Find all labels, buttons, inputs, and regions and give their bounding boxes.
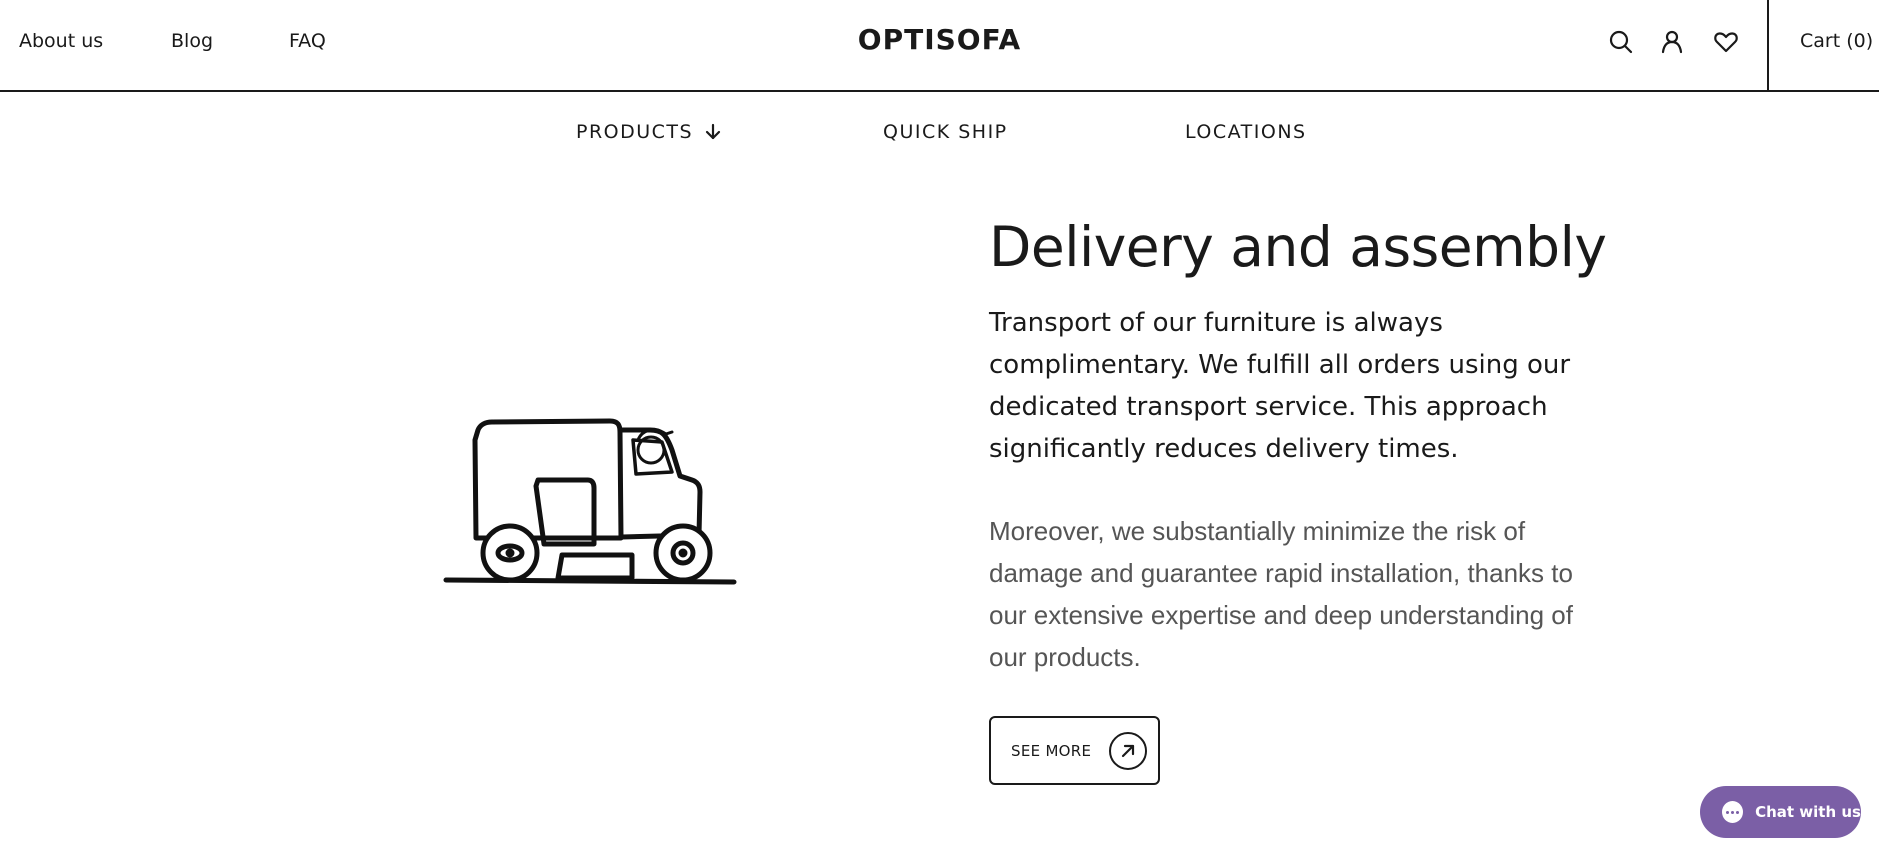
subnav-locations-label: LOCATIONS <box>1185 121 1307 143</box>
site-header: About us Blog FAQ OPTISOFA Cart (0) <box>0 0 1879 92</box>
subnav-quick-ship[interactable]: QUICK SHIP <box>883 121 1008 143</box>
nav-link-blog[interactable]: Blog <box>171 30 213 52</box>
search-icon[interactable] <box>1607 28 1635 56</box>
nav-link-about[interactable]: About us <box>19 30 103 52</box>
subnav-quick-ship-label: QUICK SHIP <box>883 121 1008 143</box>
see-more-button[interactable]: SEE MORE <box>989 716 1160 785</box>
account-icon[interactable] <box>1658 28 1686 56</box>
see-more-label: SEE MORE <box>1011 741 1092 760</box>
chat-label: Chat with us <box>1755 803 1861 821</box>
subnav-products[interactable]: PRODUCTS <box>576 121 723 143</box>
cart-divider <box>1767 0 1769 92</box>
subnav-products-label: PRODUCTS <box>576 121 694 143</box>
site-logo[interactable]: OPTISOFA <box>858 23 1021 56</box>
arrow-up-right-icon <box>1109 731 1148 770</box>
detail-paragraph: Moreover, we substantially minimize the … <box>989 516 1573 672</box>
cart-button[interactable]: Cart (0) <box>1800 30 1873 52</box>
heart-icon[interactable] <box>1712 28 1740 56</box>
subnav-locations[interactable]: LOCATIONS <box>1185 121 1307 143</box>
chat-bubble-icon <box>1722 801 1744 823</box>
delivery-truck-illustration <box>440 410 740 595</box>
intro-paragraph: Transport of our furniture is always com… <box>989 308 1571 464</box>
chat-widget-button[interactable]: Chat with us <box>1700 786 1861 838</box>
arrow-down-icon <box>705 123 721 140</box>
page-title: Delivery and assembly <box>989 215 1607 279</box>
nav-link-faq[interactable]: FAQ <box>289 30 326 52</box>
